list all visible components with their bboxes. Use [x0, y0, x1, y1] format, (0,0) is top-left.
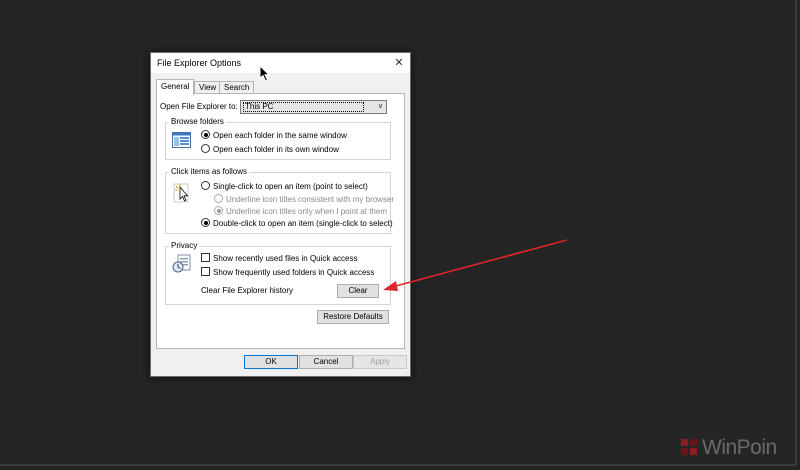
winpoin-watermark: WinPoin: [702, 436, 777, 459]
tab-general[interactable]: General: [156, 79, 195, 95]
annotation-arrow-icon: [383, 239, 568, 291]
winpoin-logo-icon: [681, 439, 697, 455]
